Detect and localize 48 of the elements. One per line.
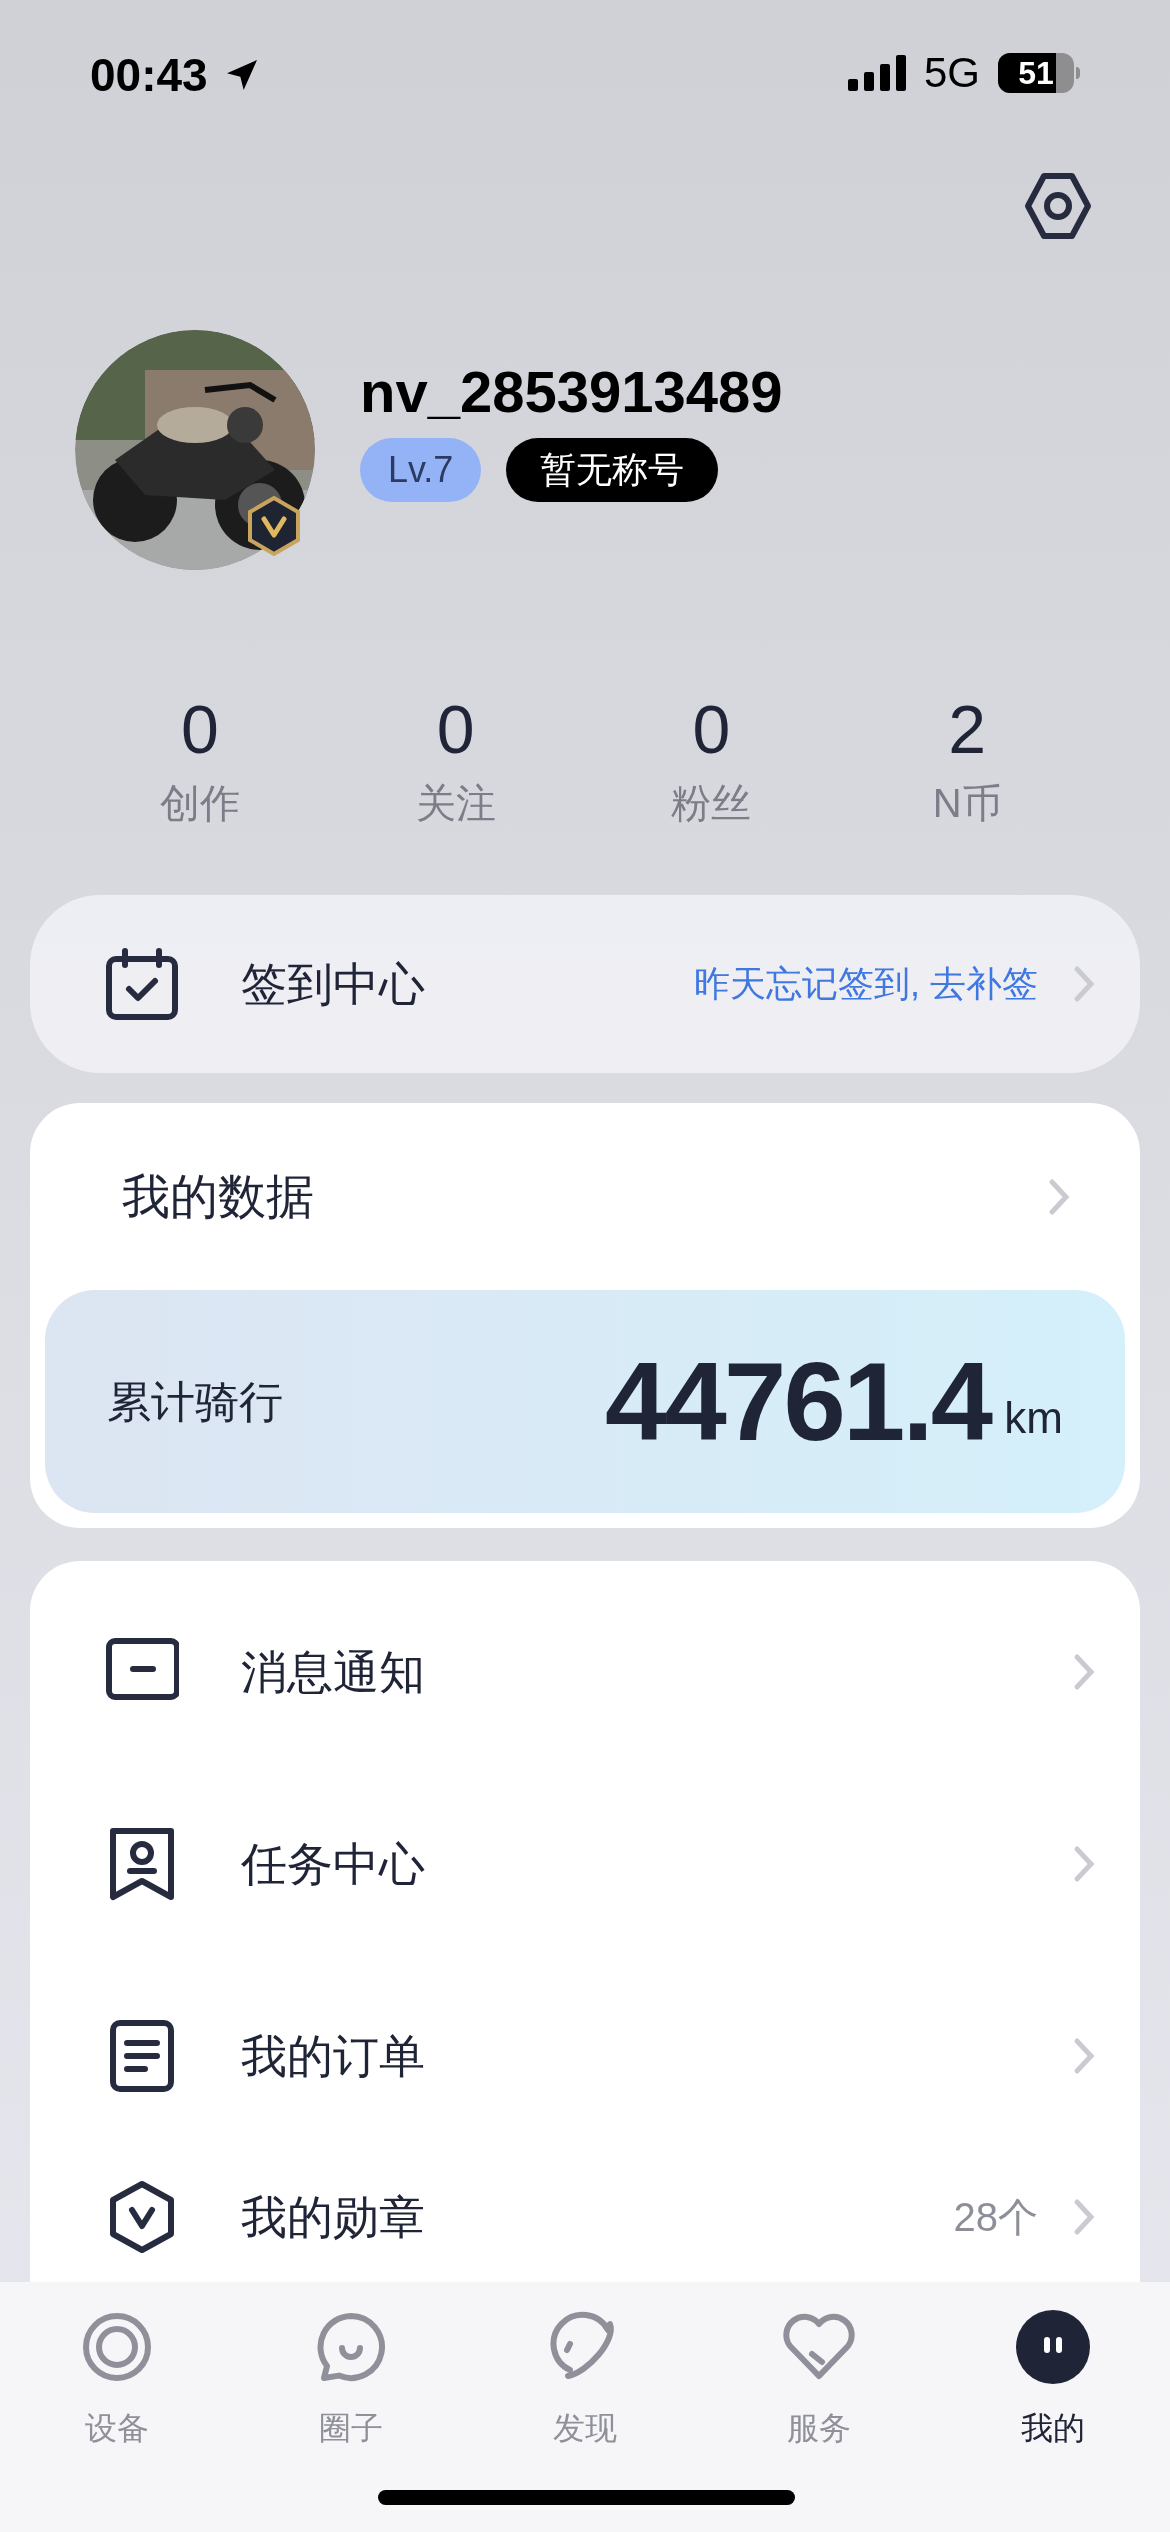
stat-value: 0 [180, 695, 219, 763]
signal-icon [847, 55, 906, 91]
battery-level: 51 [1018, 57, 1054, 89]
chevron-right-icon [1073, 1653, 1095, 1691]
stat-value: 0 [692, 695, 731, 763]
tab[interactable]: 设备 [0, 2310, 234, 2452]
checkin-label: 签到中心 [241, 956, 425, 1012]
chevron-right-icon [1073, 2198, 1095, 2236]
tab[interactable]: 发现 [468, 2310, 702, 2452]
settings-icon[interactable] [1022, 170, 1094, 242]
chevron-right-icon [1073, 965, 1095, 1003]
stat-value: 2 [948, 695, 987, 763]
riding-total-label: 累计骑行 [107, 1375, 283, 1428]
tab[interactable]: 我的 [936, 2310, 1170, 2452]
menu-label: 我的订单 [241, 2028, 425, 2084]
menu-item[interactable]: 消息通知 [30, 1576, 1140, 1768]
calendar-check-icon [105, 947, 179, 1021]
tab[interactable]: 服务 [702, 2310, 936, 2452]
stat-label[interactable]: 创作 [159, 773, 240, 833]
network-label: 5G [923, 52, 980, 94]
level-badge: Lv.7 [360, 438, 482, 503]
stat-label[interactable]: 关注 [415, 773, 496, 833]
checkin-card[interactable]: 签到中心 昨天忘记签到, 去补签 [30, 895, 1140, 1073]
badge-count: 28个 [953, 2194, 1038, 2241]
riding-total-value: 44761.4 [605, 1345, 991, 1458]
stat-label[interactable]: N币 [932, 773, 1002, 833]
chevron-right-icon [1073, 2037, 1095, 2075]
tab[interactable]: 圈子 [234, 2310, 468, 2452]
checkin-hint[interactable]: 昨天忘记签到, 去补签 [694, 957, 1038, 1011]
stat-value: 0 [436, 695, 475, 763]
menu-label: 我的勋章 [241, 2189, 425, 2245]
menu-item[interactable]: 任务中心 [30, 1768, 1140, 1960]
status-time: 00:43 [90, 52, 208, 98]
chevron-right-icon [1073, 1845, 1095, 1883]
username: nv_2853913489 [360, 357, 783, 426]
menu-item[interactable]: 我的勋章 28个 [30, 2152, 1140, 2282]
target-icon [80, 2310, 154, 2384]
face-icon [1016, 2310, 1090, 2384]
stat-label[interactable]: 粉丝 [671, 773, 752, 833]
menu-item[interactable]: 我的订单 [30, 1960, 1140, 2152]
section-title: 我的数据 [122, 1168, 314, 1225]
chat-smile-icon [314, 2310, 388, 2384]
menu-label: 消息通知 [241, 1644, 425, 1700]
data-header[interactable]: 我的数据 [45, 1103, 1125, 1290]
menu-label: 任务中心 [241, 1836, 425, 1892]
title-badge: 暂无称号 [506, 438, 719, 503]
distance-unit: km [1004, 1392, 1063, 1444]
chevron-right-icon [1048, 1177, 1070, 1216]
